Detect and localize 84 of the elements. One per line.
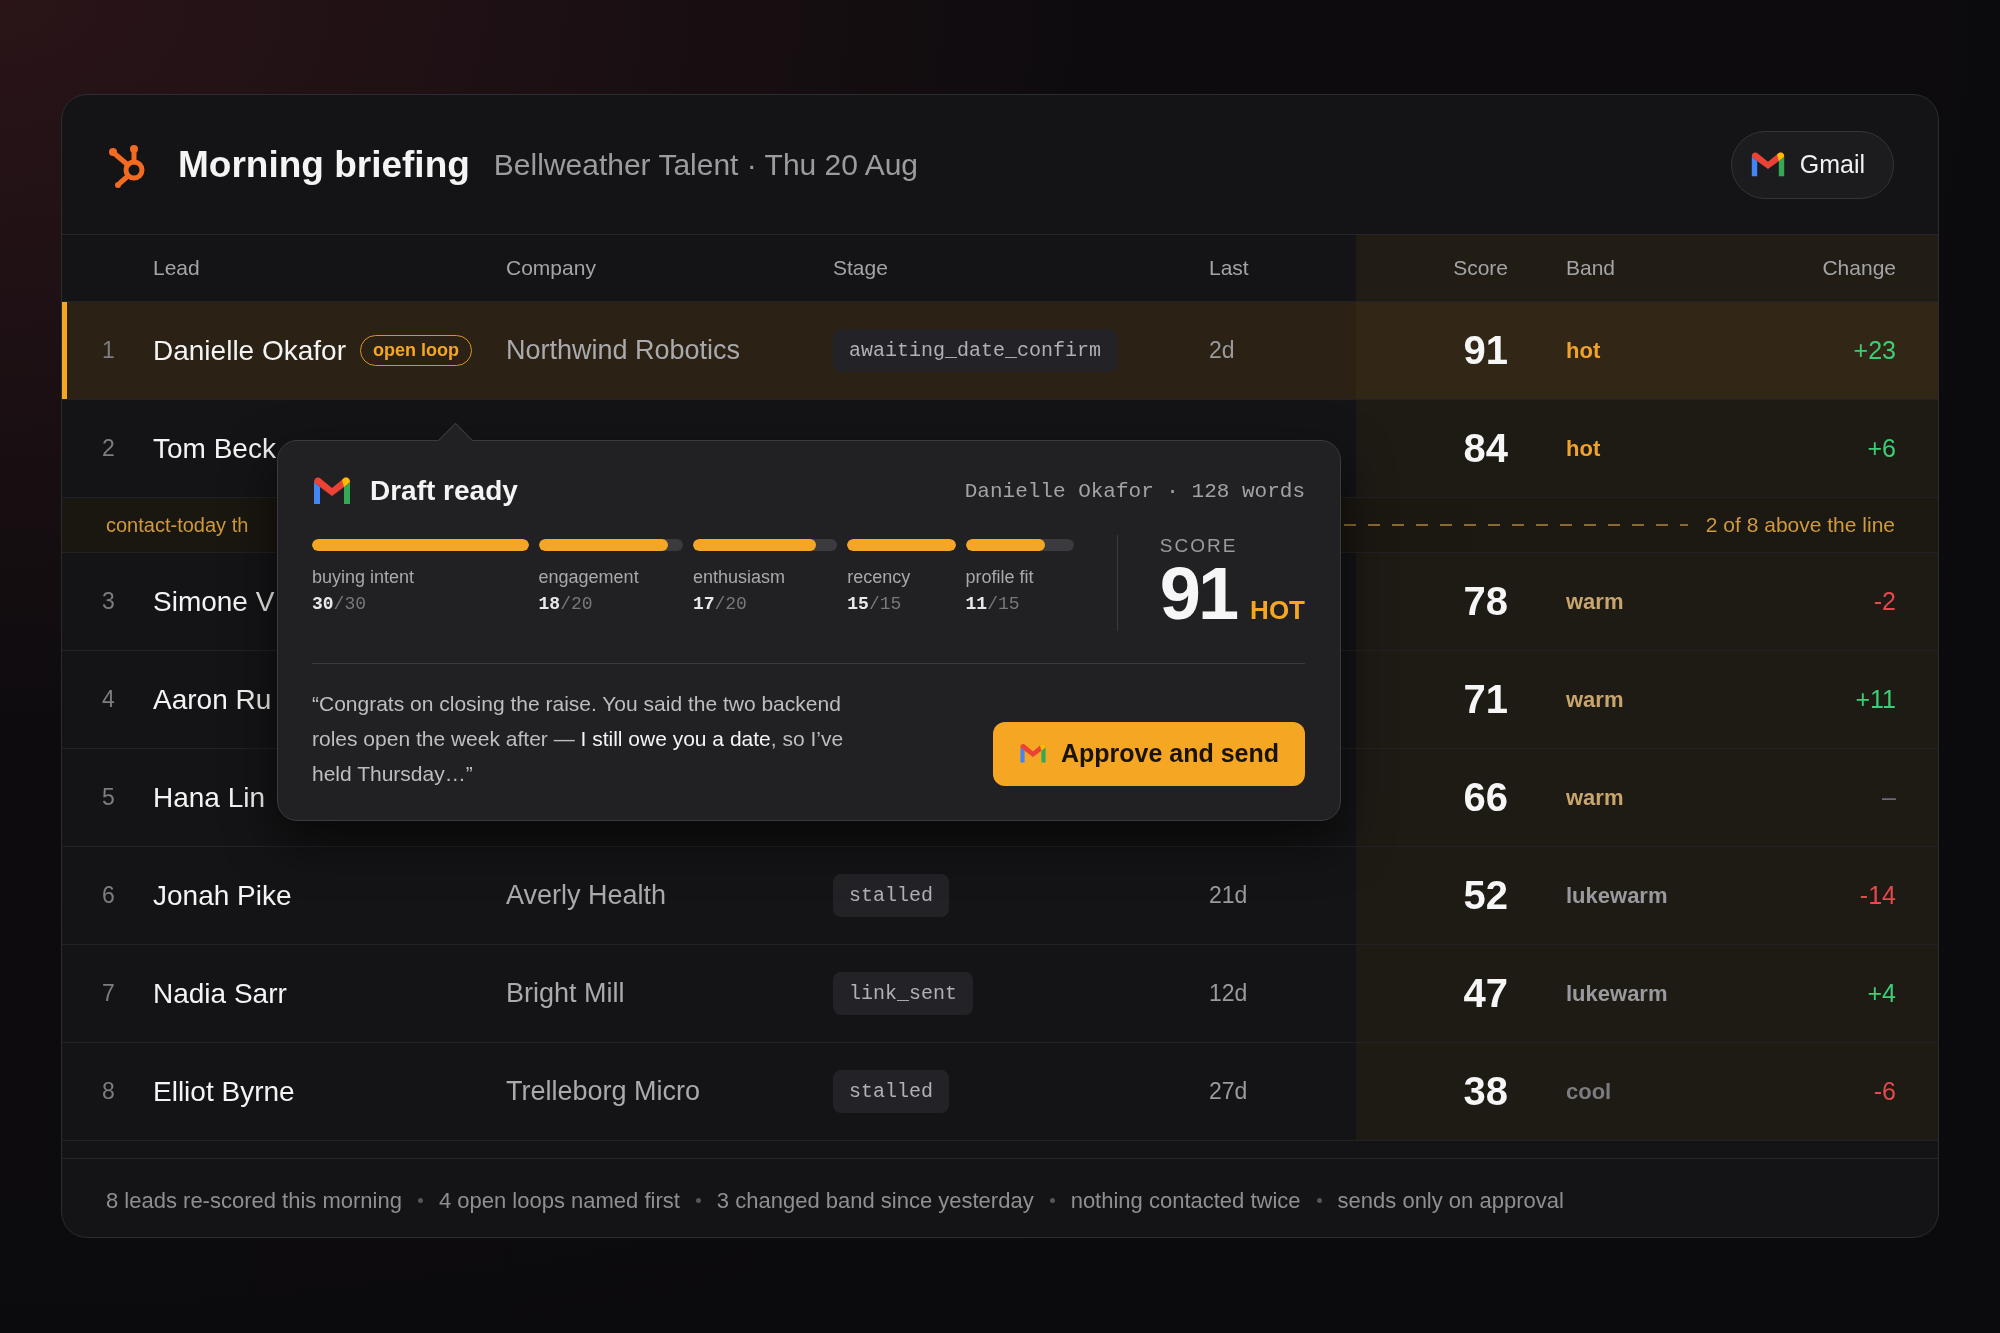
row-number: 6 [101, 881, 116, 910]
row-number: 1 [101, 336, 116, 365]
company-name: Northwind Robotics [506, 335, 741, 366]
column-header: Band [1566, 235, 1762, 301]
heat-rating: warm [1566, 686, 1624, 713]
footer-note: 8 leads re-scored this morning [106, 1187, 402, 1214]
factor-value: 30/30 [312, 594, 366, 614]
draft-title: Draft ready [370, 475, 518, 507]
score-change: -2 [1873, 587, 1896, 616]
score-change: +11 [1855, 685, 1896, 714]
row-number: 8 [101, 1077, 116, 1106]
lead-score: 47 [1463, 971, 1508, 1016]
stage-chip: stalled [833, 1070, 949, 1113]
footer-note: 3 changed band since yesterday [716, 1187, 1034, 1214]
lead-name: Hana Lin [153, 781, 266, 814]
lead-score: 84 [1463, 426, 1508, 471]
column-header: Score [1356, 235, 1566, 301]
lead-name: Jonah Pike [153, 879, 292, 912]
lead-name: Danielle Okafor [153, 334, 346, 367]
footer-note: sends only on approval [1337, 1187, 1564, 1214]
heat-rating: hot [1566, 435, 1601, 462]
footer-note: nothing contacted twice [1070, 1187, 1301, 1214]
factor-label: engagement [538, 567, 640, 588]
lead-score: 78 [1463, 579, 1508, 624]
stage-chip: stalled [833, 874, 949, 917]
score-change: – [1882, 783, 1896, 812]
heat-rating: hot [1566, 337, 1601, 364]
lead-score: 91 [1463, 328, 1508, 373]
factor-label: enthusiasm [692, 567, 786, 588]
row-number: 3 [101, 587, 116, 616]
lead-name: Elliot Byrne [153, 1075, 295, 1108]
row-number: 7 [101, 979, 116, 1008]
row-number: 5 [101, 783, 116, 812]
factor-value: 17/20 [692, 594, 747, 614]
lead-score: 38 [1463, 1069, 1508, 1114]
score-label: SCORE [1159, 535, 1238, 557]
heat-rating: warm [1566, 588, 1624, 615]
last-contact: 2d [1209, 337, 1235, 364]
last-contact: 27d [1209, 1078, 1248, 1105]
lead-score: 66 [1463, 775, 1508, 820]
column-header: Lead [153, 255, 201, 281]
score-change: -14 [1859, 881, 1896, 910]
score-change: +4 [1867, 979, 1896, 1008]
page-subtitle: Bellweather Talent · Thu 20 Aug [493, 147, 919, 182]
cutoff-note: 2 of 8 above the line [1705, 513, 1895, 537]
lead-name: Nadia Sarr [153, 977, 287, 1010]
last-contact: 21d [1209, 882, 1248, 909]
row-number: 4 [101, 685, 116, 714]
heat-rating: lukewarm [1566, 882, 1668, 909]
lead-name: Simone V [153, 585, 275, 618]
score-change: +6 [1867, 434, 1896, 463]
company-name: Bright Mill [506, 978, 625, 1009]
heat-rating: lukewarm [1566, 980, 1668, 1007]
factor-value: 11/15 [965, 594, 1020, 614]
factor-value: 15/15 [847, 594, 902, 614]
draft-meta: Danielle Okafor · 128 words [964, 479, 1305, 503]
column-header: Change [1762, 235, 1938, 301]
stage-chip: awaiting_date_confirm [833, 329, 1118, 372]
draft-quote: “Congrats on closing the raise. You said the two backend roles open the week after — I still owe you a date, so I’ve held Thursday…” [312, 691, 845, 787]
column-header: Last [1209, 255, 1250, 281]
heat-rating: warm [1566, 784, 1624, 811]
lead-name: Tom Beck [153, 432, 276, 465]
factor-label: buying intent [312, 567, 416, 588]
draft-score: 91 [1159, 557, 1237, 631]
company-name: Trelleborg Micro [506, 1076, 701, 1107]
page-title: Morning briefing [178, 143, 470, 186]
lead-name: Aaron Ru [153, 683, 272, 716]
lead-score: 52 [1463, 873, 1508, 918]
factor-label: profile fit [965, 567, 1035, 588]
column-header: Company [506, 255, 597, 281]
heat-rating: cool [1566, 1078, 1612, 1105]
column-header: Stage [833, 255, 889, 281]
last-contact: 12d [1209, 980, 1248, 1007]
heat-rating: HOT [1250, 595, 1305, 626]
stage-chip: link_sent [833, 972, 974, 1015]
factor-value: 18/20 [538, 594, 593, 614]
score-change: -6 [1873, 1077, 1896, 1106]
lead-score: 71 [1463, 677, 1508, 722]
row-number: 2 [101, 434, 116, 463]
score-change: +23 [1853, 336, 1896, 365]
company-name: Averly Health [506, 880, 667, 911]
footer-note: 4 open loops named first [438, 1187, 680, 1214]
factor-label: recency [847, 567, 912, 588]
cutoff-label: contact-today th [106, 513, 249, 537]
